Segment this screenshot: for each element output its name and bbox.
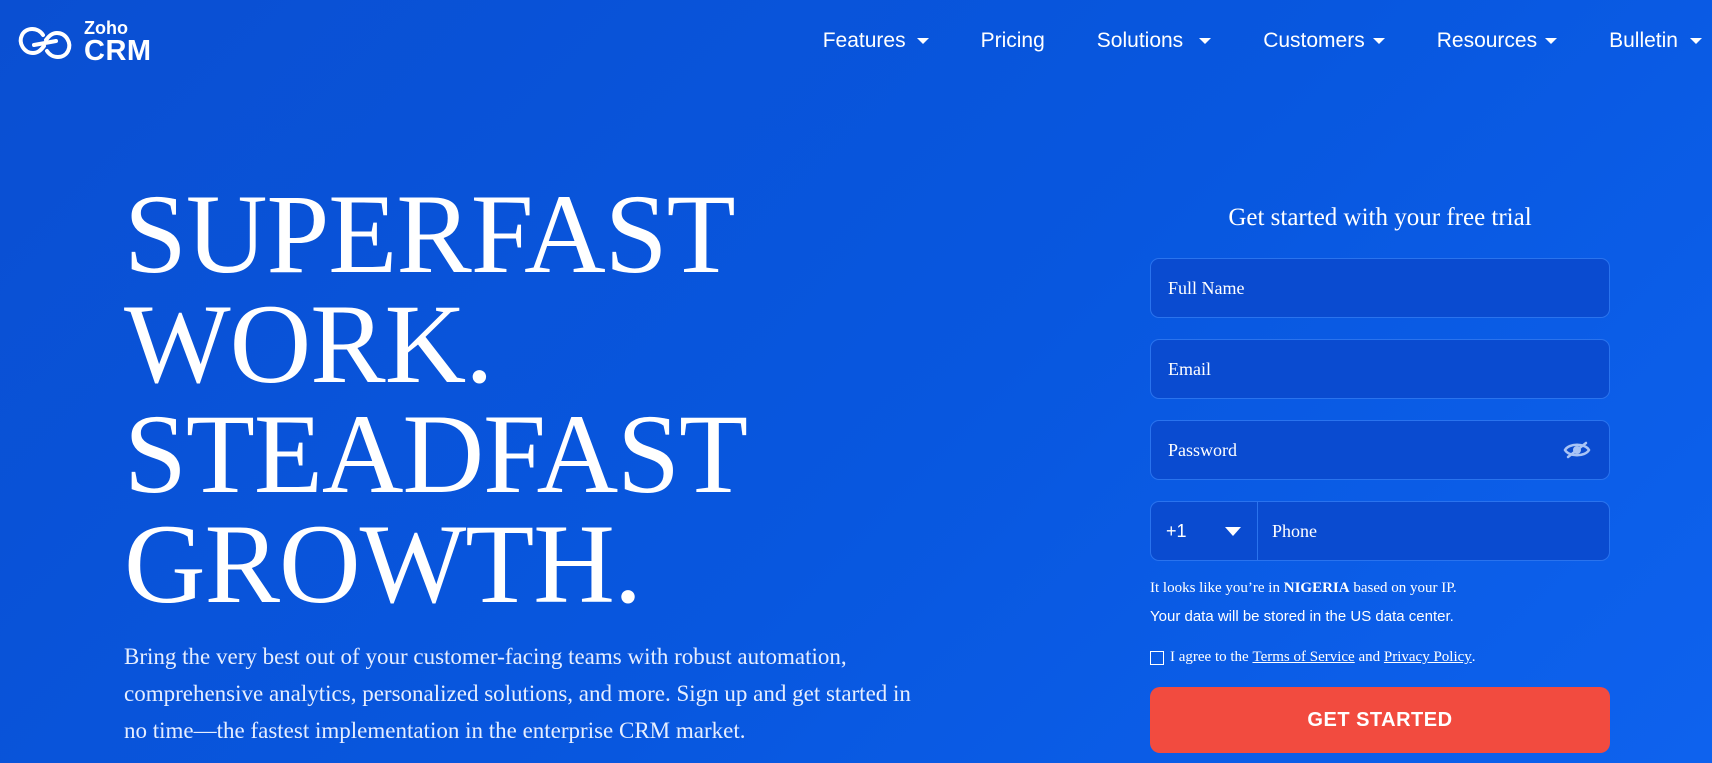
hero-title: SUPERFAST WORK. STEADFAST GROWTH. bbox=[124, 172, 1004, 627]
nav-item-label: Resources bbox=[1436, 29, 1538, 52]
agree-and: and bbox=[1358, 649, 1381, 665]
zoho-infinity-logo-icon bbox=[18, 27, 72, 59]
phone-input[interactable] bbox=[1258, 502, 1609, 560]
eye-slash-icon[interactable] bbox=[1563, 440, 1591, 460]
logo-brand-top: Zoho bbox=[84, 18, 128, 38]
nav-item-pricing[interactable]: Pricing bbox=[981, 29, 1045, 53]
zoho-crm-logo[interactable]: Zoho CRM bbox=[16, 18, 166, 68]
hero-title-line: STEADFAST bbox=[124, 392, 748, 517]
chevron-down-icon bbox=[1199, 38, 1212, 44]
site-header: Zoho CRM Features Pricing Solutions Cust… bbox=[0, 0, 1712, 84]
phone-field-wrapper: +1 bbox=[1150, 501, 1610, 561]
ip-location-note: It looks like you’re in NIGERIA based on… bbox=[1150, 578, 1610, 598]
chevron-down-icon bbox=[1372, 38, 1385, 44]
signup-form: Get started with your free trial +1 It l… bbox=[1150, 200, 1610, 753]
country-code-value: +1 bbox=[1166, 520, 1187, 541]
agree-suffix: . bbox=[1471, 649, 1476, 665]
hero-title-line: SUPERFAST bbox=[124, 172, 736, 297]
logo-brand-bottom: CRM bbox=[84, 35, 152, 67]
email-input[interactable] bbox=[1151, 340, 1609, 398]
form-title: Get started with your free trial bbox=[1228, 204, 1532, 231]
agree-prefix: I agree to the bbox=[1170, 649, 1249, 665]
hero-title-line: GROWTH. bbox=[124, 502, 642, 627]
chevron-down-icon bbox=[1545, 38, 1558, 44]
full-name-input[interactable] bbox=[1151, 259, 1609, 317]
nav-item-label: Pricing bbox=[980, 29, 1045, 52]
privacy-policy-link[interactable]: Privacy Policy bbox=[1384, 649, 1472, 666]
terms-agreement: I agree to the Terms of Service and Priv… bbox=[1150, 649, 1610, 666]
logo-wordmark: Zoho CRM bbox=[84, 18, 152, 67]
full-name-field-wrapper bbox=[1150, 258, 1610, 318]
chevron-down-icon bbox=[916, 38, 929, 44]
caret-down-icon bbox=[1225, 526, 1241, 536]
nav-item-features[interactable]: Features bbox=[823, 29, 929, 53]
nav-item-label: Customers bbox=[1263, 29, 1365, 52]
ip-note-suffix: based on your IP. bbox=[1353, 580, 1457, 596]
password-field-wrapper bbox=[1150, 420, 1610, 480]
nav-item-label: Bulletin bbox=[1609, 29, 1678, 52]
ip-note-country: NIGERIA bbox=[1283, 580, 1350, 596]
nav-item-solutions[interactable]: Solutions bbox=[1096, 29, 1212, 53]
data-center-note: Your data will be stored in the US data … bbox=[1150, 608, 1454, 625]
chevron-down-icon bbox=[1690, 38, 1702, 44]
ip-note-prefix: It looks like you’re in bbox=[1150, 580, 1280, 596]
nav-item-resources[interactable]: Resources bbox=[1436, 29, 1558, 53]
nav-item-customers[interactable]: Customers bbox=[1263, 29, 1385, 53]
country-code-select[interactable]: +1 bbox=[1151, 502, 1258, 560]
hero-title-line: WORK. bbox=[124, 282, 494, 407]
main-nav: Features Pricing Solutions Customers Res… bbox=[823, 26, 1702, 56]
get-started-button[interactable]: GET STARTED bbox=[1150, 687, 1610, 753]
email-field-wrapper bbox=[1150, 339, 1610, 399]
nav-item-label: Features bbox=[822, 29, 906, 52]
nav-item-bulletin[interactable]: Bulletin bbox=[1609, 29, 1702, 53]
nav-item-label: Solutions bbox=[1096, 29, 1184, 52]
hero-subtitle: Bring the very best out of your customer… bbox=[124, 644, 911, 743]
terms-checkbox[interactable] bbox=[1150, 650, 1164, 665]
terms-of-service-link[interactable]: Terms of Service bbox=[1252, 649, 1354, 666]
password-input[interactable] bbox=[1151, 421, 1563, 479]
